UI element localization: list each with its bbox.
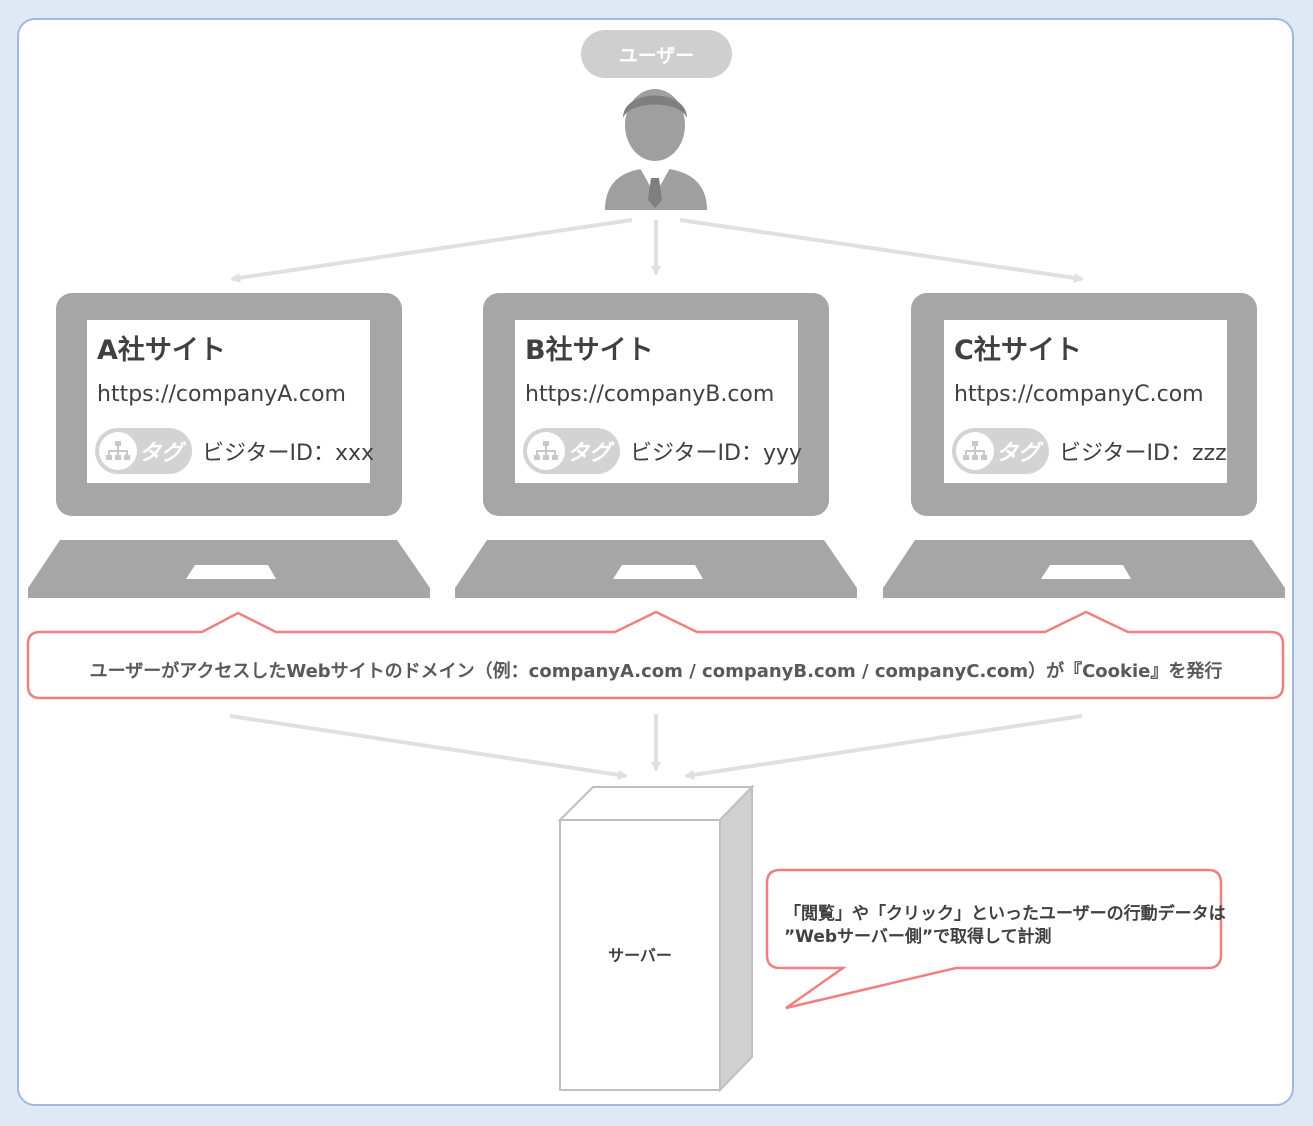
tag-sitemap-icon [956,432,994,470]
site-c-url: https://companyC.com [954,382,1204,407]
tag-badge: タグ [952,428,1049,474]
site-b-name: B社サイト [525,335,654,366]
arrows-user-to-sites [230,218,1084,283]
site-b-screen: B社サイト https://companyB.com タグ ビジターID：yyy [515,320,802,483]
tag-label: タグ [139,441,184,466]
tag-label: タグ [567,441,612,466]
server-icon [557,784,755,1093]
site-b-tag-row: タグ ビジターID：yyy [523,428,802,474]
server-label: サーバー [608,946,672,965]
site-b-url: https://companyB.com [525,382,775,407]
tag-sitemap-icon [99,432,137,470]
arrows-sites-to-server [229,714,1083,780]
cookie-callout-text: ユーザーがアクセスしたWebサイトのドメイン（例：companyA.com / … [89,661,1223,682]
tag-sitemap-icon [527,432,565,470]
site-c-screen: C社サイト https://companyC.com タグ ビジターID：zzz [944,320,1227,483]
site-c-name: C社サイト [954,335,1082,366]
user-person-icon [605,89,707,210]
site-a-visitor-id: ビジターID：xxx [202,441,375,466]
site-c-visitor-id: ビジターID：zzz [1059,441,1227,466]
server-callout-line1: 「閲覧」や「クリック」といったユーザーの行動データは [784,904,1226,924]
site-a-screen: A社サイト https://companyA.com タグ ビジターID：xxx [87,320,374,483]
tag-badge: タグ [95,428,192,474]
site-a-name: A社サイト [97,335,226,366]
tag-badge: タグ [523,428,620,474]
site-c-tag-row: タグ ビジターID：zzz [952,428,1227,474]
server-callout-line2: ”Webサーバー側”で取得して計測 [784,927,1052,947]
site-b-visitor-id: ビジターID：yyy [630,441,803,466]
site-a-url: https://companyA.com [97,382,346,407]
tag-label: タグ [996,441,1041,466]
site-a-tag-row: タグ ビジターID：xxx [95,428,374,474]
user-label-pill: ユーザー [581,30,732,78]
